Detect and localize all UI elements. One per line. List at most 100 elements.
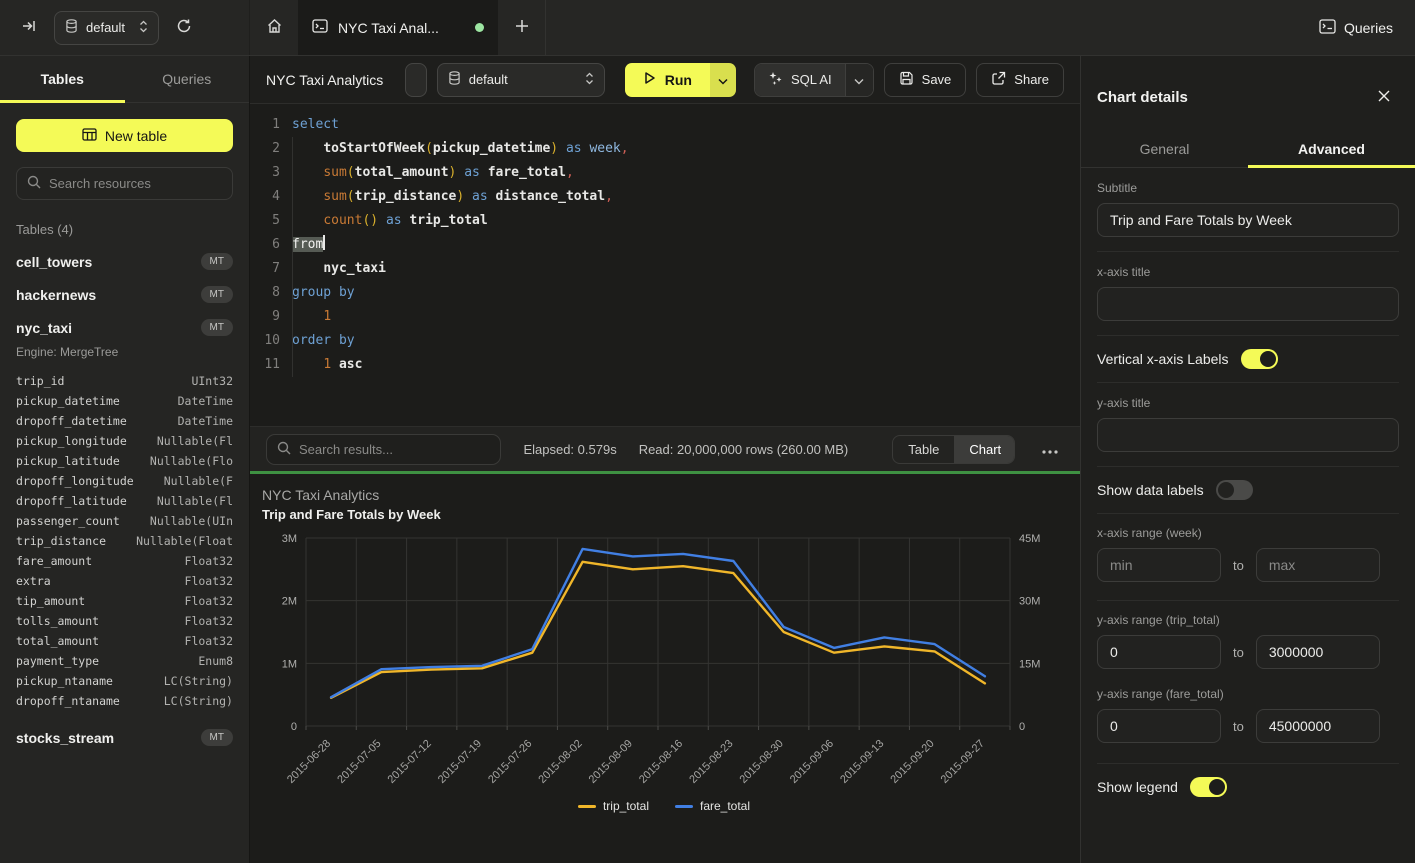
svg-text:2015-09-13: 2015-09-13 xyxy=(838,738,886,786)
svg-text:0: 0 xyxy=(1019,721,1025,733)
engine-badge: MT xyxy=(201,729,233,746)
x-range-to-label: to xyxy=(1233,558,1244,573)
show-legend-toggle[interactable] xyxy=(1190,777,1227,797)
svg-text:2015-06-28: 2015-06-28 xyxy=(285,738,333,786)
svg-text:2015-08-02: 2015-08-02 xyxy=(536,738,584,786)
column-row: dropoff_latitudeNullable(Fl xyxy=(16,491,233,511)
run-button[interactable]: Run xyxy=(625,63,710,97)
chevron-down-icon xyxy=(854,72,864,88)
results-search-input[interactable] xyxy=(299,442,490,457)
sidebar-tab-queries[interactable]: Queries xyxy=(125,56,250,102)
sidebar-item-stocks-stream[interactable]: stocks_stream MT xyxy=(16,729,233,746)
view-toggle-chart[interactable]: Chart xyxy=(954,436,1014,463)
column-row: trip_distanceNullable(Float xyxy=(16,531,233,551)
new-tab-button[interactable] xyxy=(498,0,546,55)
x-axis-title-group: x-axis title xyxy=(1097,252,1399,335)
save-button[interactable]: Save xyxy=(884,63,967,97)
legend-label: fare_total xyxy=(700,799,750,813)
view-toggle-table[interactable]: Table xyxy=(893,436,954,463)
panel-tab-general[interactable]: General xyxy=(1081,130,1248,167)
panel-tab-general-label: General xyxy=(1140,141,1190,157)
code-line: 1 asc xyxy=(292,353,1080,377)
table-name: cell_towers xyxy=(16,254,92,270)
sidebar-tab-tables-label: Tables xyxy=(41,71,84,87)
chart-plot: 3M2M1M045M30M15M02015-06-282015-07-05201… xyxy=(262,526,1066,807)
sidebar-item-hackernews[interactable]: hackernews MT xyxy=(16,286,233,303)
chevron-down-icon xyxy=(718,72,728,88)
query-toolbar: NYC Taxi Analytics default xyxy=(250,56,1080,104)
legend-item-trip_total[interactable]: trip_total xyxy=(578,799,649,813)
sql-ai-options-button[interactable] xyxy=(845,64,873,96)
x-range-min-input[interactable] xyxy=(1097,548,1221,582)
queries-icon xyxy=(1319,19,1336,37)
share-button[interactable]: Share xyxy=(976,63,1064,97)
tab-nyc-taxi-analytics[interactable]: NYC Taxi Anal... xyxy=(298,0,498,55)
sidebar-item-nyc-taxi[interactable]: nyc_taxi MT xyxy=(16,319,233,336)
select-chevrons-icon xyxy=(585,72,594,88)
legend-swatch xyxy=(675,805,693,808)
y-axis-range-trip-label: y-axis range (trip_total) xyxy=(1097,613,1399,627)
tab-title: NYC Taxi Anal... xyxy=(338,20,465,36)
column-row: tolls_amountFloat32 xyxy=(16,611,233,631)
legend-item-fare_total[interactable]: fare_total xyxy=(675,799,750,813)
svg-text:2015-07-05: 2015-07-05 xyxy=(335,738,383,786)
ellipsis-icon xyxy=(1042,441,1058,457)
table-grid-icon xyxy=(82,128,97,144)
queries-label: Queries xyxy=(1344,20,1393,36)
sql-ai-button[interactable]: SQL AI xyxy=(755,64,845,96)
column-row: passenger_countNullable(UIn xyxy=(16,511,233,531)
results-toolbar: Elapsed: 0.579s Read: 20,000,000 rows (2… xyxy=(250,426,1080,471)
sidebar-item-cell-towers[interactable]: cell_towers MT xyxy=(16,253,233,270)
close-panel-button[interactable] xyxy=(1369,82,1399,112)
vertical-x-labels-toggle[interactable] xyxy=(1241,349,1278,369)
y-range-fare-max-input[interactable] xyxy=(1256,709,1380,743)
svg-text:2015-09-27: 2015-09-27 xyxy=(939,738,987,786)
refresh-button[interactable] xyxy=(169,13,199,43)
code-line: select xyxy=(292,113,1080,137)
code-line: group by xyxy=(292,281,1080,305)
show-data-labels-toggle[interactable] xyxy=(1216,480,1253,500)
svg-text:2015-08-23: 2015-08-23 xyxy=(687,738,735,786)
sql-editor[interactable]: 1234567891011 select toStartOfWeek(picku… xyxy=(250,104,1080,426)
show-data-labels-label: Show data labels xyxy=(1097,482,1204,498)
play-icon xyxy=(643,71,656,88)
toolbar-database-value: default xyxy=(469,72,508,87)
column-row: total_amountFloat32 xyxy=(16,631,233,651)
results-search[interactable] xyxy=(266,434,501,465)
column-row: trip_idUInt32 xyxy=(16,371,233,391)
vertical-x-labels-row: Vertical x-axis Labels xyxy=(1097,336,1399,382)
x-axis-title-input[interactable] xyxy=(1097,287,1399,321)
x-range-max-input[interactable] xyxy=(1256,548,1380,582)
y-axis-title-input[interactable] xyxy=(1097,418,1399,452)
y-range-trip-max-input[interactable] xyxy=(1256,635,1380,669)
toolbar-database-select[interactable] xyxy=(405,63,427,97)
new-table-label: New table xyxy=(105,128,167,144)
collapse-sidebar-button[interactable] xyxy=(14,13,44,43)
topbar-left-section: default xyxy=(0,0,250,55)
table-name: hackernews xyxy=(16,287,96,303)
tables-section-label: Tables (4) xyxy=(16,222,233,237)
sidebar-search[interactable] xyxy=(16,167,233,200)
home-button[interactable] xyxy=(250,0,298,55)
svg-text:2M: 2M xyxy=(282,596,297,608)
panel-tab-advanced[interactable]: Advanced xyxy=(1248,130,1415,167)
table-name: nyc_taxi xyxy=(16,320,72,336)
topbar-database-select[interactable]: default xyxy=(54,11,159,45)
y-range-fare-min-input[interactable] xyxy=(1097,709,1221,743)
panel-tab-advanced-label: Advanced xyxy=(1298,141,1365,157)
y-range-trip-min-input[interactable] xyxy=(1097,635,1221,669)
share-icon xyxy=(991,71,1006,89)
sidebar-tab-tables[interactable]: Tables xyxy=(0,56,125,102)
more-options-button[interactable] xyxy=(1037,435,1064,463)
svg-text:2015-09-20: 2015-09-20 xyxy=(888,738,936,786)
engine-label: Engine: MergeTree xyxy=(16,345,233,359)
queries-button[interactable]: Queries xyxy=(1297,0,1415,55)
run-options-button[interactable] xyxy=(710,63,736,97)
sidebar-search-input[interactable] xyxy=(49,176,222,191)
chart-title: NYC Taxi Analytics xyxy=(262,487,1066,503)
column-row: tip_amountFloat32 xyxy=(16,591,233,611)
x-axis-range-row: to xyxy=(1097,548,1399,582)
subtitle-input[interactable] xyxy=(1097,203,1399,237)
toolbar-database-select[interactable]: default xyxy=(437,63,605,97)
new-table-button[interactable]: New table xyxy=(16,119,233,152)
